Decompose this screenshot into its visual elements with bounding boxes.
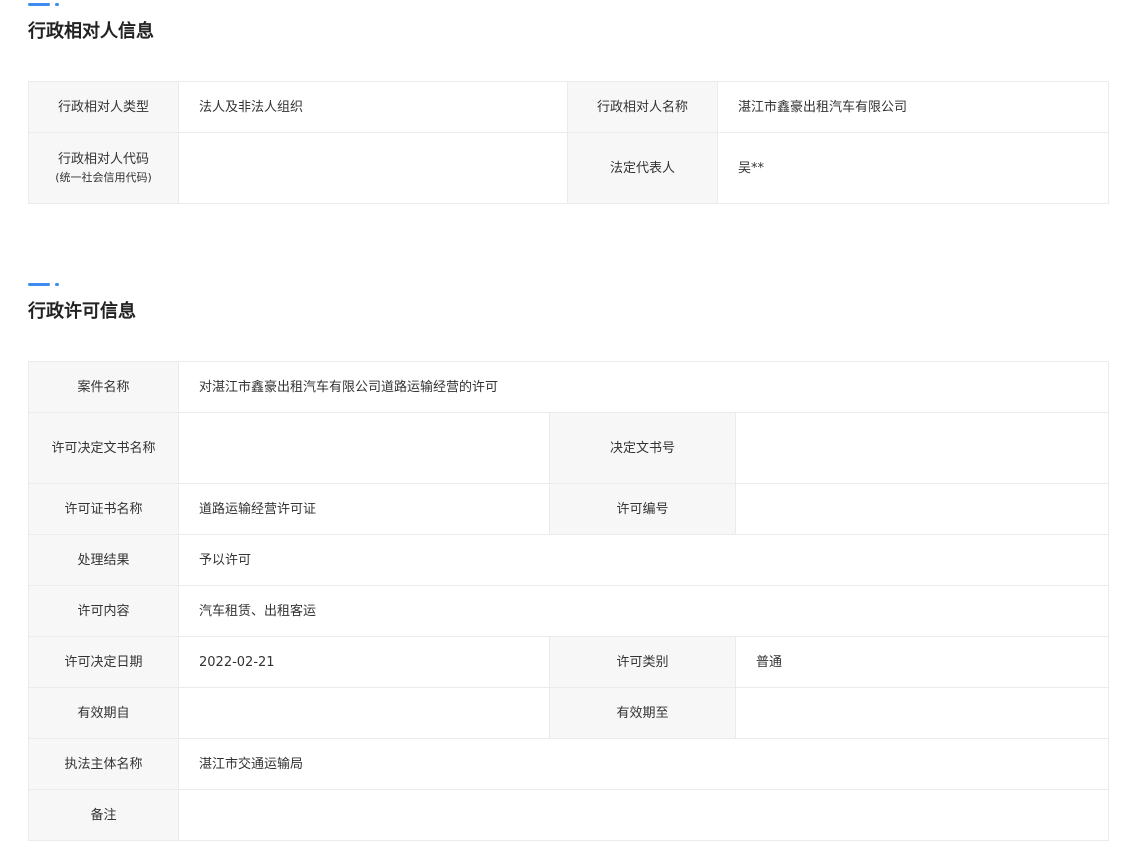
valid-from-value xyxy=(178,687,550,739)
case-name-label: 案件名称 xyxy=(28,361,179,413)
valid-to-label: 有效期至 xyxy=(549,687,736,739)
result-label: 处理结果 xyxy=(28,534,179,586)
legal-rep-label: 法定代表人 xyxy=(567,132,718,204)
license-category-value: 普通 xyxy=(734,636,1110,688)
subject-type-label: 行政相对人类型 xyxy=(28,81,179,133)
title-marker-dot xyxy=(55,283,59,286)
subject-type-value: 法人及非法人组织 xyxy=(178,81,568,133)
authority-name-label: 执法主体名称 xyxy=(28,738,179,790)
decision-doc-name-label: 许可决定文书名称 xyxy=(28,412,179,484)
section-title: 行政相对人信息 xyxy=(28,21,154,42)
table-row: 案件名称 对湛江市鑫豪出租汽车有限公司道路运输经营的许可 xyxy=(28,361,1110,413)
subject-code-value xyxy=(178,132,568,204)
decision-doc-no-value xyxy=(734,412,1110,484)
section-title-marker xyxy=(28,280,1108,288)
table-row: 行政相对人类型 法人及非法人组织 行政相对人名称 湛江市鑫豪出租汽车有限公司 xyxy=(28,81,1109,133)
remark-label: 备注 xyxy=(28,789,179,841)
table-row: 许可证书名称 道路运输经营许可证 许可编号 xyxy=(28,483,1110,535)
subject-info-table: 行政相对人类型 法人及非法人组织 行政相对人名称 湛江市鑫豪出租汽车有限公司 行… xyxy=(28,81,1109,204)
title-marker-bar xyxy=(28,283,50,286)
subject-code-sublabel: (统一社会信用代码) xyxy=(55,170,152,184)
title-marker-dot xyxy=(55,3,59,6)
legal-rep-value: 吴** xyxy=(717,132,1109,204)
subject-code-label: 行政相对人代码 xyxy=(57,151,149,167)
license-no-label: 许可编号 xyxy=(549,483,736,535)
license-content-label: 许可内容 xyxy=(28,585,179,637)
table-row: 处理结果 予以许可 xyxy=(28,534,1110,586)
license-info-section: 行政许可信息 案件名称 对湛江市鑫豪出租汽车有限公司道路运输经营的许可 许可决定… xyxy=(28,280,1110,841)
table-row: 备注 xyxy=(28,789,1110,841)
license-info-table: 案件名称 对湛江市鑫豪出租汽车有限公司道路运输经营的许可 许可决定文书名称 决定… xyxy=(28,361,1110,841)
certificate-name-value: 道路运输经营许可证 xyxy=(178,483,550,535)
subject-info-section: 行政相对人信息 行政相对人类型 法人及非法人组织 行政相对人名称 湛江市鑫豪出租… xyxy=(28,0,1109,204)
case-name-value: 对湛江市鑫豪出租汽车有限公司道路运输经营的许可 xyxy=(177,361,1110,413)
remark-value xyxy=(177,789,1110,841)
subject-name-value: 湛江市鑫豪出租汽车有限公司 xyxy=(717,81,1109,133)
valid-to-value xyxy=(734,687,1110,739)
authority-name-value: 湛江市交通运输局 xyxy=(177,738,1110,790)
table-row: 执法主体名称 湛江市交通运输局 xyxy=(28,738,1110,790)
section-title-marker xyxy=(28,0,1108,8)
table-row: 许可内容 汽车租赁、出租客运 xyxy=(28,585,1110,637)
section-title: 行政许可信息 xyxy=(28,301,136,322)
license-content-value: 汽车租赁、出租客运 xyxy=(177,585,1110,637)
valid-from-label: 有效期自 xyxy=(28,687,179,739)
table-row: 许可决定日期 2022-02-21 许可类别 普通 xyxy=(28,636,1110,688)
table-row: 行政相对人代码 (统一社会信用代码) 法定代表人 吴** xyxy=(28,132,1109,204)
table-row: 有效期自 有效期至 xyxy=(28,687,1110,739)
result-value: 予以许可 xyxy=(177,534,1110,586)
decision-date-label: 许可决定日期 xyxy=(28,636,179,688)
subject-code-label-cell: 行政相对人代码 (统一社会信用代码) xyxy=(28,132,179,204)
license-category-label: 许可类别 xyxy=(549,636,736,688)
title-marker-bar xyxy=(28,3,50,6)
decision-date-value: 2022-02-21 xyxy=(178,636,550,688)
table-row: 许可决定文书名称 决定文书号 xyxy=(28,412,1110,484)
certificate-name-label: 许可证书名称 xyxy=(28,483,179,535)
decision-doc-name-value xyxy=(178,412,550,484)
subject-name-label: 行政相对人名称 xyxy=(567,81,718,133)
decision-doc-no-label: 决定文书号 xyxy=(549,412,736,484)
license-no-value xyxy=(734,483,1110,535)
